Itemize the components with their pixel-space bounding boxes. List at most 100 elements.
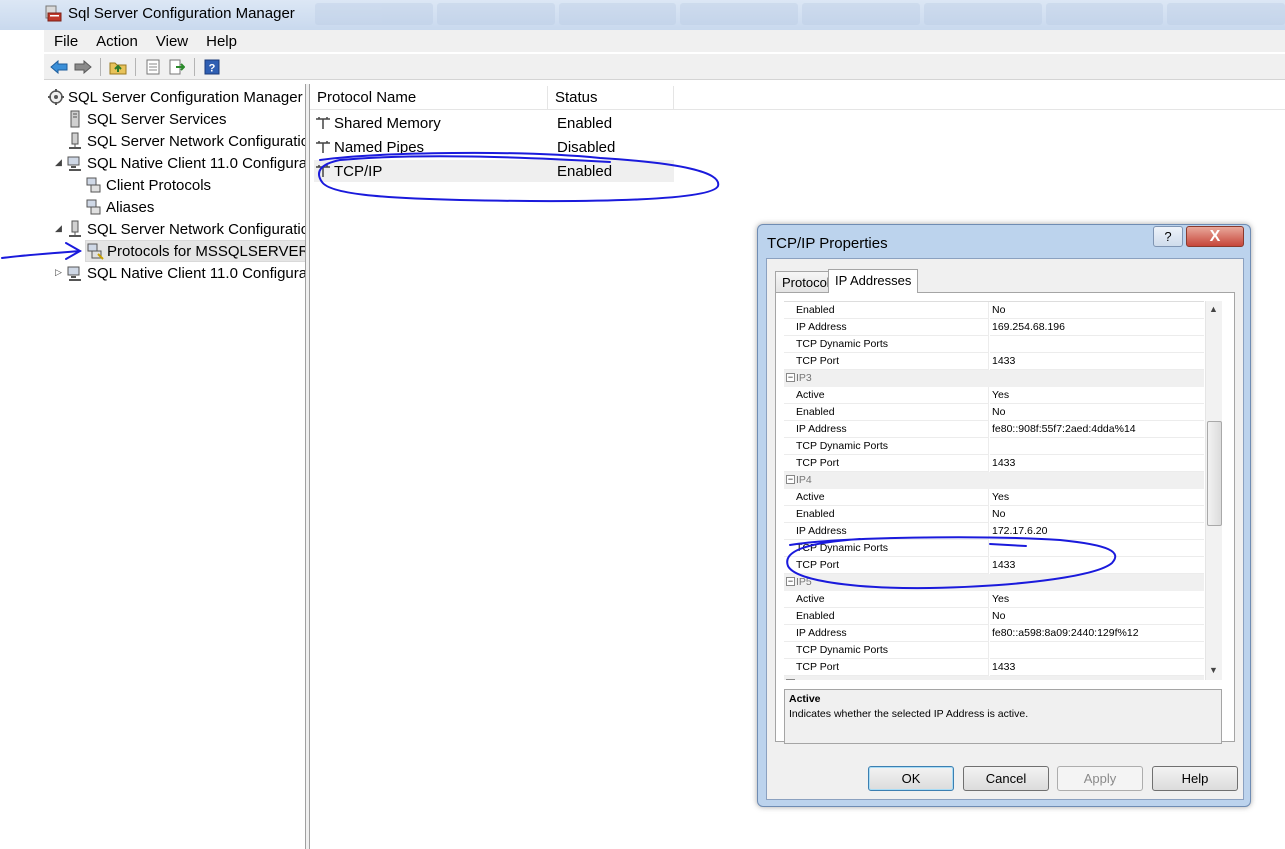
grid-scrollbar[interactable]: ▲ ▼ (1205, 301, 1222, 680)
tree-root[interactable]: SQL Server Configuration Manager (47, 86, 303, 108)
menu-file[interactable]: File (44, 33, 86, 50)
grid-property-value[interactable]: 169.254.68.196 (990, 319, 1204, 336)
client-config-icon (67, 156, 81, 171)
grid-property-row[interactable]: IP Address fe80::908f:55f7:2aed:4dda%14 (784, 421, 1204, 438)
dialog-help-button[interactable]: ? (1153, 226, 1183, 247)
tree-item-native-client[interactable]: SQL Native Client 11.0 Configura (66, 262, 305, 284)
grid-property-value[interactable]: 1433 (990, 557, 1204, 574)
grid-property-row[interactable]: Enabled No (784, 608, 1204, 625)
menu-bar: File Action View Help (44, 30, 1285, 52)
tree-item-network-config[interactable]: SQL Server Network Configuratic (66, 218, 305, 240)
grid-property-name: TCP Dynamic Ports (784, 540, 989, 557)
scroll-down-arrow-icon[interactable]: ▼ (1209, 665, 1218, 675)
grid-property-row[interactable]: TCP Port 1433 (784, 659, 1204, 676)
grid-property-value[interactable]: 172.17.6.20 (990, 523, 1204, 540)
column-status[interactable]: Status (548, 86, 674, 110)
grid-category-label: IP6 (784, 676, 1204, 680)
grid-property-value[interactable]: Yes (990, 387, 1204, 404)
tab-ip-addresses[interactable]: IP Addresses (828, 269, 919, 293)
grid-property-row[interactable]: TCP Port 1433 (784, 455, 1204, 472)
tree-item-protocols-mssqlserver[interactable]: Protocols for MSSQLSERVER (85, 240, 305, 262)
grid-property-row[interactable]: TCP Dynamic Ports (784, 540, 1204, 557)
svg-text:?: ? (209, 62, 216, 74)
grid-category-ip4[interactable]: − IP4 (784, 472, 1204, 489)
toolbar-separator (135, 57, 136, 76)
list-row-tcp-ip[interactable]: TCP/IP Enabled (314, 160, 674, 182)
protocol-name: TCP/IP (334, 162, 383, 180)
close-icon: X (1209, 227, 1221, 245)
grid-property-value[interactable]: 1433 (990, 659, 1204, 676)
list-row-shared-memory[interactable]: Shared Memory Enabled (314, 112, 674, 134)
collapse-triangle-icon[interactable]: ◢ (55, 157, 62, 168)
tree-item-sql-server-services[interactable]: SQL Server Services (66, 108, 227, 130)
grid-property-value[interactable]: No (990, 404, 1204, 421)
grid-property-value[interactable] (990, 336, 1204, 353)
grid-category-ip3[interactable]: − IP3 (784, 370, 1204, 387)
grid-category-ip6[interactable]: −IP6 (784, 676, 1204, 680)
grid-property-row[interactable]: IP Address 169.254.68.196 (784, 319, 1204, 336)
grid-property-row[interactable]: TCP Dynamic Ports (784, 438, 1204, 455)
tree-pane: SQL Server Configuration Manager SQL Ser… (44, 84, 306, 849)
list-row-named-pipes[interactable]: Named Pipes Disabled (314, 136, 674, 158)
menu-action[interactable]: Action (86, 33, 146, 50)
grid-property-row[interactable]: Active Yes (784, 591, 1204, 608)
grid-category-label: IP5 (796, 576, 812, 588)
grid-property-value[interactable]: Yes (990, 489, 1204, 506)
menu-help[interactable]: Help (196, 33, 245, 50)
grid-property-row[interactable]: Enabled No (784, 302, 1204, 319)
menu-view[interactable]: View (146, 33, 196, 50)
ok-button[interactable]: OK (868, 766, 954, 791)
protocol-status: Enabled (557, 114, 613, 132)
export-icon[interactable] (166, 56, 188, 78)
scroll-up-arrow-icon[interactable]: ▲ (1209, 304, 1218, 314)
toolbar: ? (44, 54, 1285, 80)
background-taskbar-tabs (315, 3, 1285, 25)
properties-icon[interactable] (142, 56, 164, 78)
description-text: Indicates whether the selected IP Addres… (789, 708, 1029, 720)
grid-property-value[interactable]: fe80::908f:55f7:2aed:4dda%14 (990, 421, 1204, 438)
expand-triangle-icon[interactable]: ▷ (55, 267, 62, 278)
grid-property-row[interactable]: Active Yes (784, 489, 1204, 506)
protocol-icon (316, 117, 330, 129)
grid-property-row[interactable]: IP Address fe80::a598:8a09:2440:129f%12 (784, 625, 1204, 642)
grid-property-row[interactable]: TCP Dynamic Ports (784, 336, 1204, 353)
client-config-icon (67, 266, 81, 281)
collapse-triangle-icon[interactable]: ◢ (55, 223, 62, 234)
grid-property-value[interactable]: No (990, 302, 1204, 319)
grid-property-row[interactable]: Active Yes (784, 387, 1204, 404)
up-folder-icon[interactable] (107, 56, 129, 78)
description-title: Active (789, 693, 821, 705)
help-button[interactable]: Help (1152, 766, 1238, 791)
grid-property-row[interactable]: Enabled No (784, 506, 1204, 523)
grid-property-row[interactable]: TCP Dynamic Ports (784, 642, 1204, 659)
forward-arrow-icon[interactable] (72, 56, 94, 78)
grid-property-value[interactable] (990, 540, 1204, 557)
column-protocol-name[interactable]: Protocol Name (310, 86, 548, 110)
back-arrow-icon[interactable] (48, 56, 70, 78)
grid-property-row[interactable]: TCP Port 1433 (784, 557, 1204, 574)
scrollbar-thumb[interactable] (1207, 421, 1222, 526)
grid-property-name: TCP Port (784, 353, 989, 370)
help-icon[interactable]: ? (201, 56, 223, 78)
grid-property-row[interactable]: Enabled No (784, 404, 1204, 421)
grid-property-value[interactable]: 1433 (990, 353, 1204, 370)
cancel-button[interactable]: Cancel (963, 766, 1049, 791)
grid-property-value[interactable]: 1433 (990, 455, 1204, 472)
tree-item-aliases[interactable]: Aliases (85, 196, 154, 218)
dialog-close-button[interactable]: X (1186, 226, 1244, 247)
tree-item-network-config-32[interactable]: SQL Server Network Configuratic (66, 130, 305, 152)
tree-item-native-client-32[interactable]: SQL Native Client 11.0 Configura (66, 152, 305, 174)
apply-button[interactable]: Apply (1057, 766, 1143, 791)
grid-property-value[interactable]: Yes (990, 591, 1204, 608)
grid-property-row[interactable]: IP Address 172.17.6.20 (784, 523, 1204, 540)
grid-property-value[interactable] (990, 438, 1204, 455)
grid-property-value[interactable]: fe80::a598:8a09:2440:129f%12 (990, 625, 1204, 642)
grid-property-value[interactable] (990, 642, 1204, 659)
grid-property-name: Active (784, 591, 989, 608)
grid-category-ip5[interactable]: − IP5 (784, 574, 1204, 591)
tree-item-client-protocols[interactable]: Client Protocols (85, 174, 211, 196)
grid-property-value[interactable]: No (990, 608, 1204, 625)
tree-item-label: Client Protocols (106, 176, 212, 194)
grid-property-value[interactable]: No (990, 506, 1204, 523)
grid-property-row[interactable]: TCP Port 1433 (784, 353, 1204, 370)
